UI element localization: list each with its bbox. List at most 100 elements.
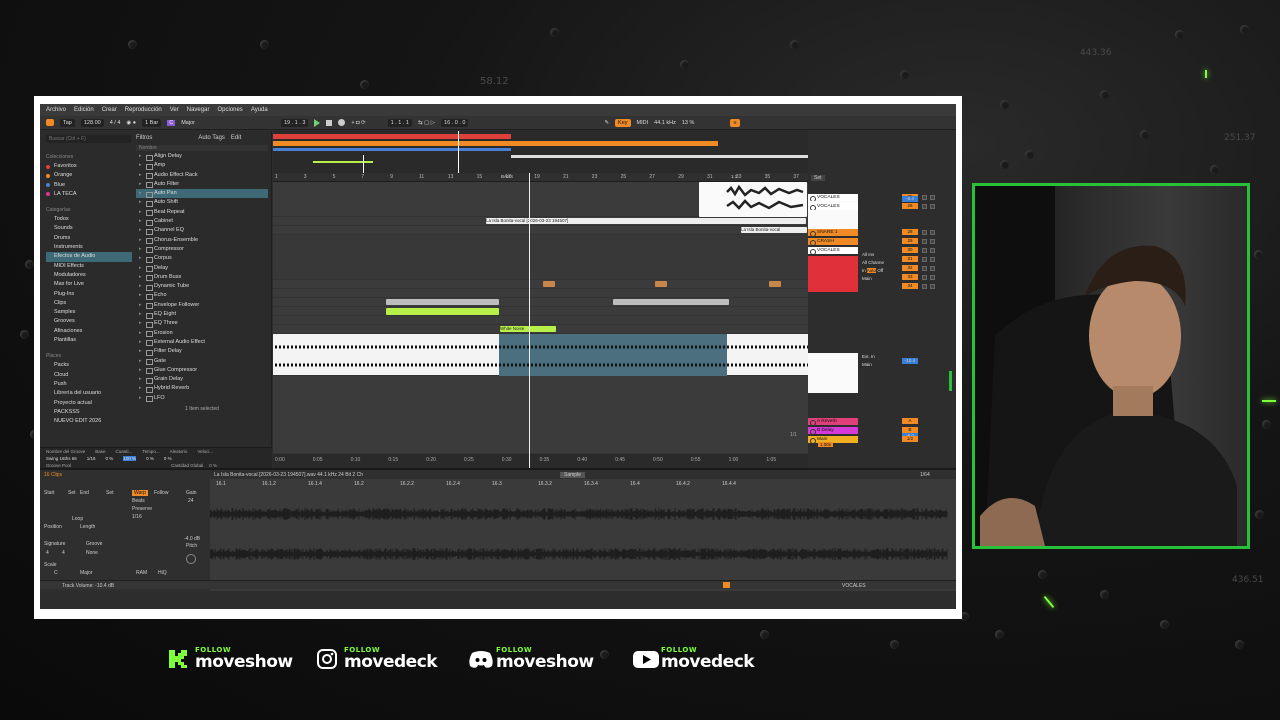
category-item[interactable]: Plantillas — [46, 336, 132, 345]
tap-button[interactable]: Tap — [60, 118, 75, 127]
play-icon[interactable] — [314, 118, 321, 127]
groove-cell[interactable]: 100 % — [123, 456, 137, 461]
category-item[interactable]: Sounds — [46, 224, 132, 233]
time-signature[interactable]: 4 / 4 — [110, 120, 121, 126]
places-item[interactable]: NUEVO EDIT 2026 — [46, 417, 132, 426]
song-position[interactable]: 19 . 1 . 3 — [280, 118, 309, 127]
menu-edicion[interactable]: Edición — [74, 107, 94, 113]
key-scale-select[interactable]: Major — [181, 120, 195, 126]
sample-waveform[interactable] — [210, 492, 948, 582]
device-item[interactable]: Auto Shift — [136, 198, 268, 208]
automation-icon[interactable]: + ◘ ⟳ — [351, 120, 365, 126]
groove-cell[interactable]: 1/16 — [87, 456, 96, 461]
social-youtube[interactable]: FOLLOW movedeck — [633, 646, 755, 671]
scale-mode[interactable]: Major — [80, 570, 93, 576]
category-item[interactable]: Drums — [46, 234, 132, 243]
solo-button[interactable] — [922, 284, 927, 289]
arm-button[interactable] — [930, 275, 935, 280]
return-letter[interactable]: B — [902, 427, 918, 433]
device-item[interactable]: Compressor — [136, 245, 268, 255]
social-discord[interactable]: FOLLOW moveshow — [468, 646, 594, 671]
playhead[interactable] — [529, 173, 530, 468]
menu-archivo[interactable]: Archivo — [46, 107, 66, 113]
solo-button[interactable] — [922, 239, 927, 244]
collection-item[interactable]: Orange — [46, 171, 132, 180]
places-item[interactable]: Proyecto actual — [46, 399, 132, 408]
groove-cell[interactable]: 0 % — [164, 456, 172, 461]
stop-icon[interactable] — [326, 119, 333, 126]
sample-ruler[interactable]: 16.1 16.1.2 16.1.4 16.2 16.2.2 16.2.4 16.3 16.3… — [210, 480, 956, 488]
track-number[interactable]: 34 — [902, 283, 918, 289]
pitch-value[interactable]: -4.0 dB — [184, 536, 200, 542]
set-end-button[interactable]: Set — [106, 490, 114, 496]
category-item[interactable]: Plug-Ins — [46, 290, 132, 299]
device-item[interactable]: Channel EQ — [136, 226, 268, 236]
device-item[interactable]: Erosion — [136, 329, 268, 339]
pencil-icon[interactable]: ✎ — [604, 120, 609, 126]
device-item[interactable]: Filter Delay — [136, 347, 268, 357]
groove-cell[interactable]: Swing 16ths 66 — [46, 456, 77, 461]
locator-bass[interactable]: BASS — [501, 174, 513, 179]
time-ruler[interactable]: 0:00 0:05 0:10 0:15 0:20 0:25 0:30 0:35 0:40 0:45… — [273, 454, 808, 468]
return-track[interactable]: B Delay — [808, 427, 858, 434]
device-item[interactable]: External Audio Effect — [136, 338, 268, 348]
loop-button[interactable]: Loop — [72, 516, 83, 522]
auto-tags-button[interactable]: Auto Tags — [198, 135, 225, 141]
category-item[interactable]: Instruments — [46, 243, 132, 252]
device-item[interactable]: Corpus — [136, 254, 268, 264]
places-item[interactable]: Librería del usuario — [46, 389, 132, 398]
menu-navegar[interactable]: Navegar — [187, 107, 210, 113]
track-number[interactable]: 30 — [902, 247, 918, 253]
midi-clip[interactable] — [769, 281, 781, 287]
menu-ayuda[interactable]: Ayuda — [251, 107, 268, 113]
transpose-knob[interactable] — [186, 554, 196, 564]
solo-button[interactable] — [922, 195, 927, 200]
device-item[interactable]: Hybrid Reverb — [136, 384, 268, 394]
filters-button[interactable]: Filtros — [136, 135, 152, 141]
sample-editor[interactable]: La Isla Bonita-vocal [2026-03-23 194507]… — [210, 470, 956, 591]
track-number[interactable]: 33 — [902, 274, 918, 280]
menu-opciones[interactable]: Opciones — [217, 107, 242, 113]
groove-cell[interactable]: 0 % — [106, 456, 114, 461]
metronome-icon[interactable]: ◉ ● — [126, 120, 136, 126]
midi-clip[interactable] — [386, 308, 499, 315]
device-item[interactable]: Auto Filter — [136, 180, 268, 190]
arrangement-overview[interactable] — [273, 131, 911, 173]
solo-button[interactable] — [922, 275, 927, 280]
audio-clip[interactable] — [613, 299, 729, 305]
track-number[interactable]: 26 — [902, 203, 918, 209]
track-number[interactable]: 28 — [902, 229, 918, 235]
device-item[interactable]: Drum Buss — [136, 273, 268, 283]
track-number[interactable]: 29 — [902, 238, 918, 244]
menu-icon[interactable]: ≡ — [730, 118, 740, 127]
solo-button[interactable] — [922, 204, 927, 209]
menu-reproduccion[interactable]: Reproducción — [125, 107, 162, 113]
track-number[interactable]: 31 — [902, 256, 918, 262]
menu-ver[interactable]: Ver — [170, 107, 179, 113]
key-map-button[interactable]: Key — [615, 118, 631, 127]
record-icon[interactable] — [338, 119, 346, 126]
device-item[interactable]: Amp — [136, 161, 268, 171]
places-item[interactable]: Packs — [46, 361, 132, 370]
places-item[interactable]: Push — [46, 380, 132, 389]
device-item[interactable]: Beat Repeat — [136, 208, 268, 218]
return-letter[interactable]: A — [902, 418, 918, 424]
category-item[interactable]: Moduladores — [46, 271, 132, 280]
arm-button[interactable] — [930, 266, 935, 271]
volume-value[interactable]: -10.4 — [902, 358, 918, 364]
social-instagram[interactable]: FOLLOW movedeck — [316, 646, 438, 671]
menu-crear[interactable]: Crear — [102, 107, 117, 113]
social-kick[interactable]: FOLLOW moveshow — [167, 646, 293, 671]
signature-den[interactable]: 4 — [62, 550, 65, 556]
warp-mode[interactable]: Beats — [132, 498, 145, 504]
arm-button[interactable] — [930, 248, 935, 253]
signature-num[interactable]: 4 — [46, 550, 49, 556]
track-name-6[interactable]: VOCALES — [808, 247, 858, 254]
groove-cell[interactable]: 0 % — [146, 456, 154, 461]
return-letter[interactable]: 1/2 — [902, 436, 918, 442]
sample-tab[interactable]: Sample — [560, 472, 585, 478]
device-item[interactable]: Delay — [136, 264, 268, 274]
collection-item[interactable]: Blue — [46, 181, 132, 190]
edit-button[interactable]: Edit — [231, 135, 241, 141]
places-item[interactable]: PACKSSS — [46, 408, 132, 417]
